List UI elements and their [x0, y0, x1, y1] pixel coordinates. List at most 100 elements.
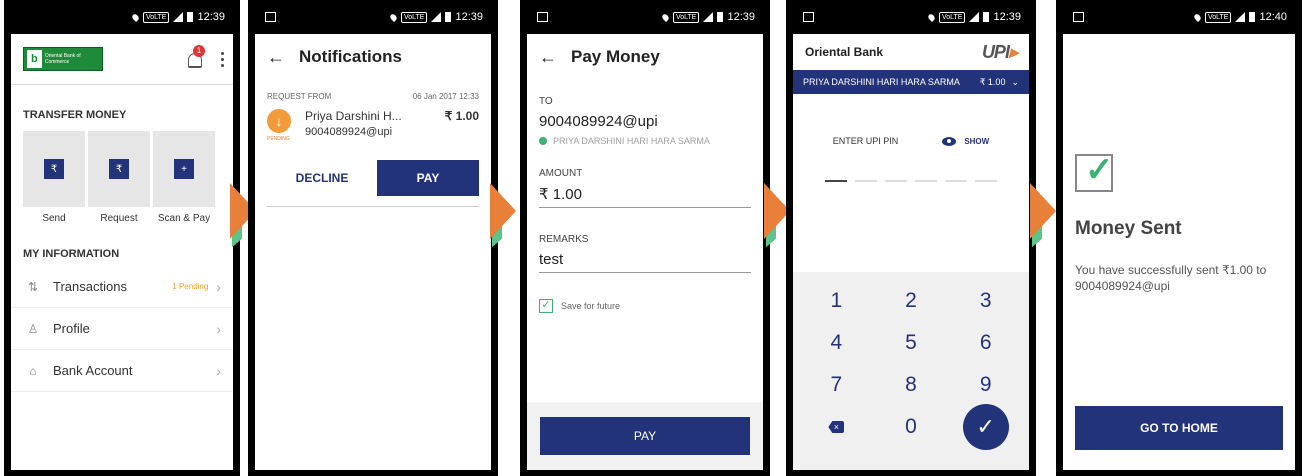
pay-money-screen: VoLTE 12:39 ← Pay Money TO 9004089924@up…: [527, 0, 763, 470]
requester-upi: 9004089924@upi: [305, 126, 393, 138]
clock: 12:39: [993, 11, 1021, 23]
key-8[interactable]: 8: [874, 364, 949, 406]
my-information-title: MY INFORMATION: [23, 248, 120, 260]
pay-button[interactable]: PAY: [540, 417, 750, 455]
request-date: 06 Jan 2017 12:33: [412, 92, 479, 101]
request-item[interactable]: ↓ PENDING Priya Darshini H... 9004089924…: [255, 101, 491, 142]
battery-icon: [445, 12, 452, 22]
back-arrow-icon[interactable]: ←: [539, 47, 557, 68]
transfer-money-title: TRANSFER MONEY: [23, 109, 127, 121]
key-3[interactable]: 3: [948, 280, 1023, 322]
remarks-field[interactable]: REMARKS test: [527, 234, 763, 273]
chevron-right-icon: ›: [216, 320, 221, 337]
key-7[interactable]: 7: [799, 364, 874, 406]
request-tile[interactable]: ₹ Request: [88, 131, 150, 224]
payee-bar[interactable]: PRIYA DARSHINI HARI HARA SARMA ₹ 1.00 ⌄: [793, 70, 1029, 94]
checkbox-checked-icon: ✓: [539, 299, 553, 313]
request-from-label: REQUEST FROM: [267, 92, 332, 101]
save-for-future-checkbox[interactable]: ✓ Save for future: [527, 299, 763, 313]
transactions-icon: ⇅: [27, 279, 39, 294]
signal-icon: [173, 12, 184, 22]
success-message: You have successfully sent ₹1.00 to 9004…: [1075, 263, 1267, 293]
app-bar: ← Pay Money: [527, 34, 763, 80]
status-bar: VoLTE 12:39: [793, 0, 1029, 34]
clock: 12:39: [727, 11, 755, 23]
menu-item-bank-account[interactable]: ⌂ Bank Account ›: [11, 350, 233, 392]
submit-key[interactable]: ✓: [948, 404, 1023, 450]
chevron-right-icon: ›: [216, 362, 221, 379]
send-label: Send: [42, 213, 66, 224]
eye-icon[interactable]: [942, 136, 957, 146]
phone-screen-pay-money: VoLTE 12:39 ← Pay Money TO 9004089924@up…: [520, 0, 770, 476]
amount-field[interactable]: AMOUNT ₹ 1.00: [527, 168, 763, 208]
signal-icon: [703, 12, 714, 22]
verified-payee: PRIYA DARSHINI HARI HARA SARMA: [539, 136, 751, 146]
pin-row: ENTER UPI PIN SHOW: [793, 136, 1029, 146]
show-pin-toggle[interactable]: SHOW: [964, 137, 989, 146]
key-9[interactable]: 9: [948, 364, 1023, 406]
battery-icon: [983, 12, 990, 22]
success-check-icon: ✓: [1085, 151, 1114, 189]
menu-label: Bank Account: [53, 363, 133, 378]
bank-icon: ⌂: [29, 363, 37, 378]
image-notification-icon: [803, 12, 814, 22]
key-5[interactable]: 5: [874, 322, 949, 364]
requester-name: Priya Darshini H...: [305, 109, 402, 123]
numeric-keypad: 1 2 3 4 5 6 7 8 9 × 0 ✓: [793, 272, 1029, 470]
remarks-input[interactable]: test: [539, 251, 751, 268]
volte-icon: VoLTE: [1204, 11, 1232, 23]
key-1[interactable]: 1: [799, 280, 874, 322]
success-title: Money Sent: [1075, 218, 1182, 239]
volte-icon: VoLTE: [400, 11, 428, 23]
key-6[interactable]: 6: [948, 322, 1023, 364]
backspace-key[interactable]: ×: [799, 406, 874, 448]
pin-input[interactable]: [793, 180, 1029, 182]
scan-icon: +: [174, 159, 194, 179]
notification-bell-icon[interactable]: 1: [185, 45, 205, 69]
to-label: TO: [539, 96, 553, 107]
location-icon: [1192, 12, 1202, 22]
amount-input[interactable]: ₹ 1.00: [539, 185, 751, 203]
phone-screen-upi-pin: VoLTE 12:39 Oriental Bank UPI▸ PRIYA DAR…: [786, 0, 1036, 476]
go-to-home-button[interactable]: GO TO HOME: [1075, 406, 1283, 450]
notifications-screen: VoLTE 12:39 ← Notifications REQUEST FROM…: [255, 0, 491, 470]
down-arrow-icon: ↓: [267, 109, 291, 133]
scan-pay-tile[interactable]: + Scan & Pay: [153, 131, 215, 224]
menu-item-transactions[interactable]: ⇅ Transactions 1 Pending ›: [11, 266, 233, 308]
amount-label: AMOUNT: [539, 168, 583, 179]
clock: 12:40: [1259, 11, 1287, 23]
transfer-tiles: ₹ Send ₹ Request + Scan & Pay: [11, 131, 233, 224]
battery-icon: [187, 12, 194, 22]
battery-icon: [1249, 12, 1256, 22]
overflow-menu-icon[interactable]: [221, 51, 225, 67]
key-4[interactable]: 4: [799, 322, 874, 364]
request-label: Request: [100, 213, 138, 224]
money-sent-screen: VoLTE 12:40 ✓ Money Sent You have succes…: [1063, 0, 1295, 470]
profile-icon: ♙: [27, 321, 39, 336]
bottom-bar: PAY: [527, 402, 763, 470]
status-bar: VoLTE 12:39: [255, 0, 491, 34]
chevron-right-icon: ›: [216, 278, 221, 295]
key-0[interactable]: 0: [874, 406, 949, 448]
menu-item-profile[interactable]: ♙ Profile ›: [11, 308, 233, 350]
notification-badge: 1: [193, 45, 205, 57]
upi-logo: UPI▸: [981, 41, 1018, 62]
back-arrow-icon[interactable]: ←: [267, 47, 285, 68]
pending-badge: 1 Pending: [172, 282, 209, 291]
decline-button[interactable]: DECLINE: [267, 171, 377, 185]
pending-status: PENDING: [267, 136, 290, 142]
phone-screen-home: VoLTE 12:39 b Oriental Bank of Commerce …: [4, 0, 240, 476]
request-meta: REQUEST FROM 06 Jan 2017 12:33: [255, 92, 491, 101]
send-tile[interactable]: ₹ Send: [23, 131, 85, 224]
checkmark-icon: ✓: [962, 404, 1009, 450]
bank-name: Oriental Bank: [805, 45, 884, 59]
key-2[interactable]: 2: [874, 280, 949, 322]
pay-button[interactable]: PAY: [377, 160, 479, 196]
image-notification-icon: [265, 12, 276, 22]
payee-amount: ₹ 1.00: [979, 76, 1006, 87]
app-header: b Oriental Bank of Commerce 1: [11, 34, 233, 85]
menu-label: Profile: [53, 321, 90, 336]
clock: 12:39: [197, 11, 225, 23]
send-icon: ₹: [44, 159, 64, 179]
flow-arrow-icon: [490, 183, 524, 248]
